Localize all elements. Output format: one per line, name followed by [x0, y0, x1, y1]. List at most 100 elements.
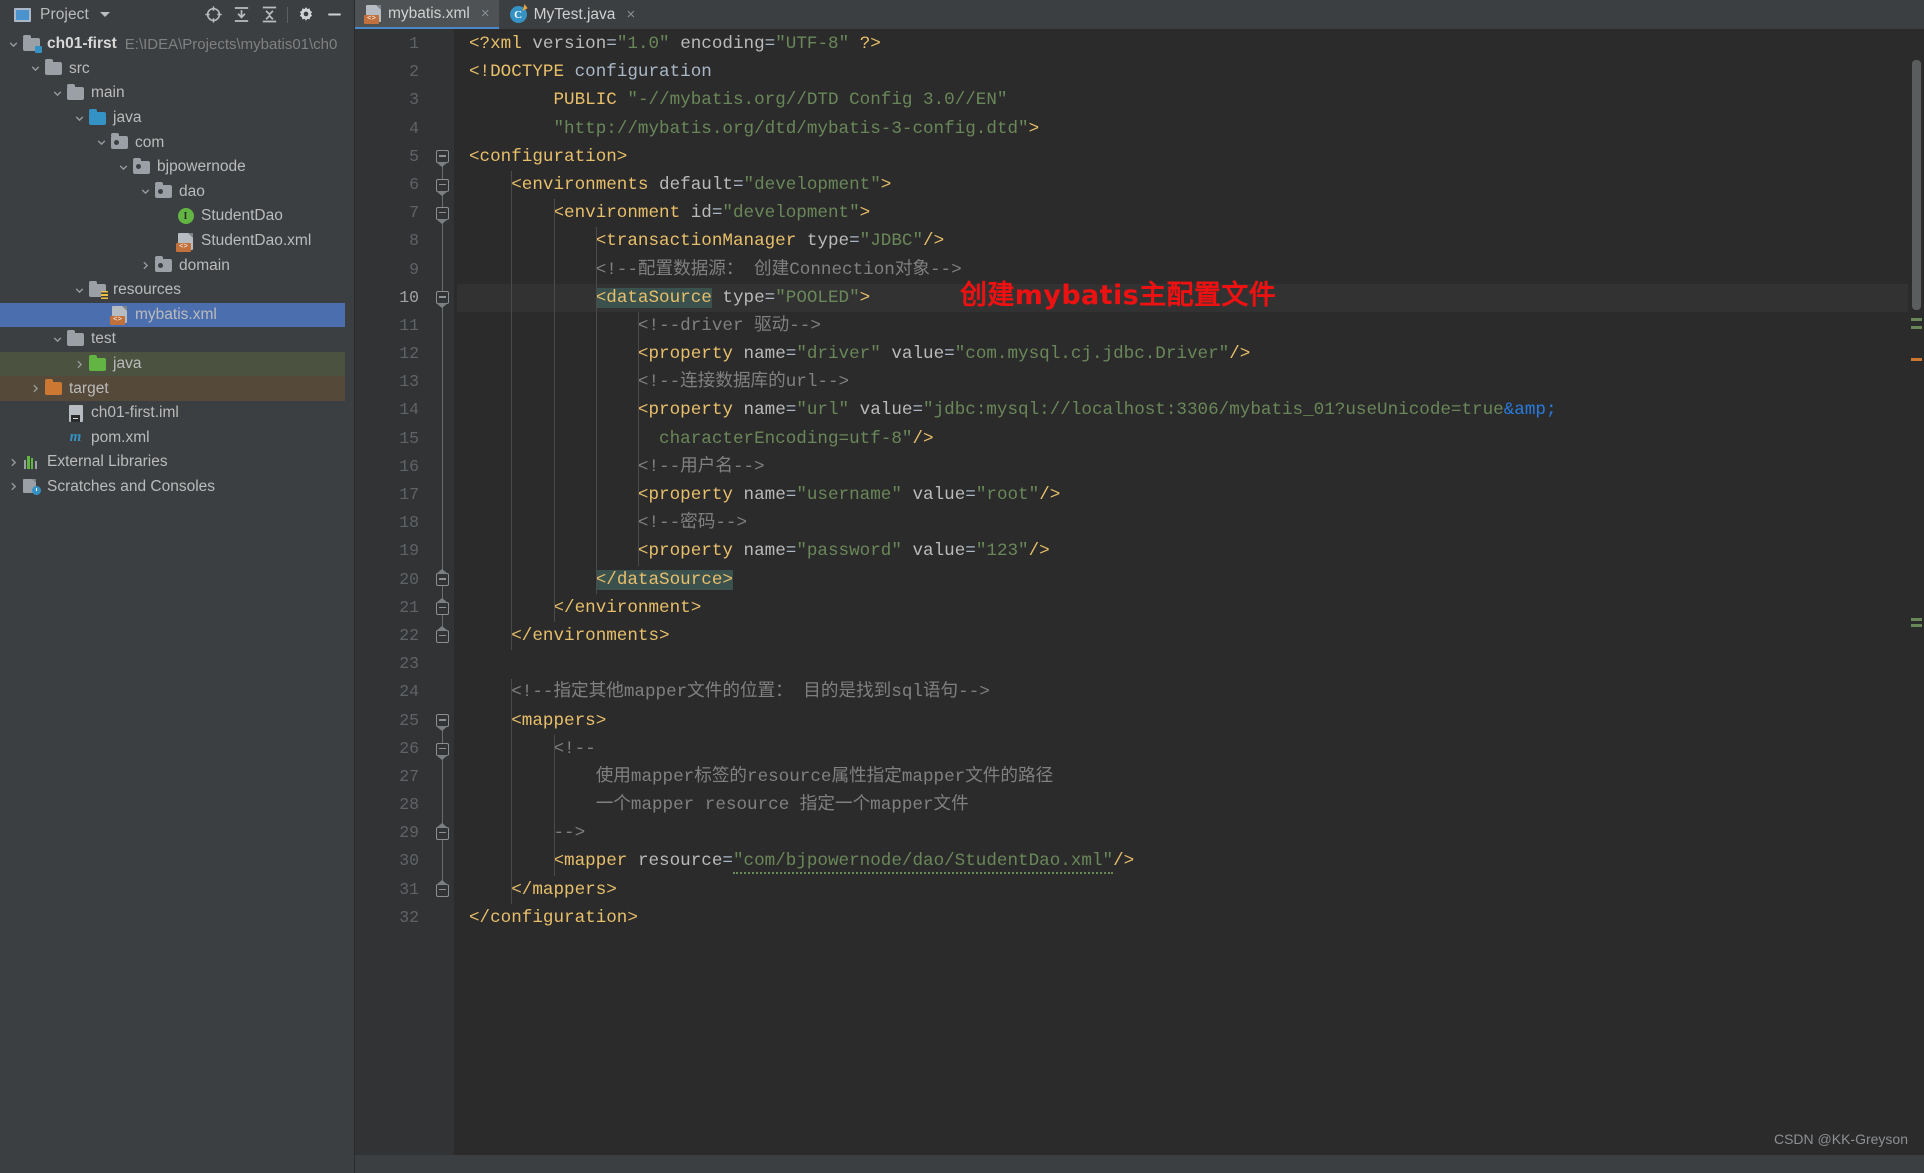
- editor-tab-mybatis-xml[interactable]: mybatis.xml ×: [355, 0, 499, 29]
- close-icon[interactable]: ×: [626, 6, 635, 23]
- code-line[interactable]: <environment id="development">: [457, 199, 1924, 227]
- tree-disclosure-arrow[interactable]: [138, 253, 153, 278]
- tree-disclosure-arrow[interactable]: [6, 450, 21, 475]
- code-text[interactable]: <?xml version="1.0" encoding="UTF-8" ?> <…: [457, 29, 1924, 1173]
- editor-tab-bar[interactable]: mybatis.xml × C MyTest.java ×: [355, 0, 1924, 29]
- code-token: =: [785, 344, 797, 365]
- tree-item-mybatis-xml[interactable]: mybatis.xml: [0, 302, 354, 328]
- code-line[interactable]: <mappers>: [457, 707, 1924, 735]
- code-line[interactable]: <!--配置数据源： 创建Connection对象-->: [457, 256, 1924, 284]
- close-icon[interactable]: ×: [481, 5, 490, 22]
- tree-item-com[interactable]: com: [0, 130, 354, 155]
- tree-item-dao[interactable]: dao: [0, 180, 354, 205]
- tree-item-resources[interactable]: resources: [0, 278, 354, 303]
- tree-item-studentdao[interactable]: I StudentDao: [0, 204, 354, 229]
- tree-disclosure-arrow[interactable]: [28, 57, 43, 82]
- tree-disclosure-arrow[interactable]: [138, 180, 153, 205]
- tree-item-scratches-and-consoles[interactable]: Scratches and Consoles: [0, 475, 354, 500]
- chevron-down-icon[interactable]: [99, 12, 110, 17]
- tree-item-target[interactable]: target: [0, 376, 354, 401]
- editor-scrollbar[interactable]: [1908, 58, 1924, 1173]
- fold-close-marker[interactable]: [436, 629, 449, 643]
- code-line[interactable]: </environment>: [457, 594, 1924, 622]
- scrollbar-thumb[interactable]: [1912, 60, 1921, 310]
- tree-disclosure-arrow[interactable]: [50, 81, 65, 106]
- code-line[interactable]: <!--密码-->: [457, 509, 1924, 537]
- code-line[interactable]: <property name="url" value="jdbc:mysql:/…: [457, 396, 1924, 424]
- sidebar-scrollbar[interactable]: [345, 29, 354, 1173]
- fold-close-marker[interactable]: [436, 827, 449, 841]
- tree-disclosure-arrow[interactable]: [72, 352, 87, 377]
- code-line[interactable]: </mappers>: [457, 876, 1924, 904]
- project-tree[interactable]: ch01-first E:\IDEA\Projects\mybatis01\ch0…: [0, 29, 354, 1173]
- code-line[interactable]: <dataSource type="POOLED">: [457, 283, 1924, 312]
- tab-label: mybatis.xml: [388, 4, 470, 22]
- code-line[interactable]: <property name="driver" value="com.mysql…: [457, 340, 1924, 368]
- minimize-icon[interactable]: [320, 3, 348, 27]
- code-line[interactable]: <!DOCTYPE configuration: [457, 58, 1924, 86]
- code-line[interactable]: <!--: [457, 735, 1924, 763]
- editor-tab-mytest-java[interactable]: C MyTest.java ×: [499, 0, 645, 29]
- code-line[interactable]: <!--指定其他mapper文件的位置： 目的是找到sql语句-->: [457, 678, 1924, 706]
- tree-disclosure-arrow[interactable]: [6, 32, 21, 57]
- tree-item-external-libraries[interactable]: External Libraries: [0, 450, 354, 475]
- tree-disclosure-arrow[interactable]: [116, 155, 131, 180]
- tree-disclosure-arrow[interactable]: [72, 278, 87, 303]
- code-line[interactable]: <mapper resource="com/bjpowernode/dao/St…: [457, 847, 1924, 875]
- expand-all-icon[interactable]: [227, 3, 255, 27]
- tree-item-test[interactable]: test: [0, 327, 354, 352]
- locate-icon[interactable]: [199, 3, 227, 27]
- code-line[interactable]: characterEncoding=utf-8"/>: [457, 425, 1924, 453]
- code-token: id: [690, 203, 712, 224]
- code-line[interactable]: </dataSource>: [457, 566, 1924, 594]
- folder-icon: [65, 83, 86, 101]
- iml-file-icon: [65, 404, 86, 422]
- code-line[interactable]: </environments>: [457, 622, 1924, 650]
- code-line[interactable]: <!--用户名-->: [457, 453, 1924, 481]
- tree-disclosure-arrow[interactable]: [6, 475, 21, 500]
- tree-item-studentdao-xml[interactable]: StudentDao.xml: [0, 229, 354, 254]
- collapse-all-icon[interactable]: [255, 3, 283, 27]
- tree-item-java[interactable]: java: [0, 351, 354, 377]
- tree-item-ch01-first[interactable]: ch01-first E:\IDEA\Projects\mybatis01\ch0: [0, 32, 354, 57]
- code-line[interactable]: <configuration>: [457, 143, 1924, 171]
- tree-disclosure-arrow[interactable]: [72, 106, 87, 131]
- code-line[interactable]: "http://mybatis.org/dtd/mybatis-3-config…: [457, 115, 1924, 143]
- fold-close-marker[interactable]: [436, 601, 449, 615]
- code-line[interactable]: <!--连接数据库的url-->: [457, 368, 1924, 396]
- tree-disclosure-arrow[interactable]: [28, 376, 43, 401]
- code-line[interactable]: </configuration>: [457, 904, 1924, 932]
- fold-close-marker[interactable]: [436, 883, 449, 897]
- tree-item-ch01-first-iml[interactable]: ch01-first.iml: [0, 401, 354, 426]
- tree-item-main[interactable]: main: [0, 81, 354, 106]
- interface-icon: I: [175, 208, 196, 225]
- code-line[interactable]: <!--driver 驱动-->: [457, 312, 1924, 340]
- code-line[interactable]: <?xml version="1.0" encoding="UTF-8" ?>: [457, 30, 1924, 58]
- gear-icon[interactable]: [292, 3, 320, 27]
- code-token: =: [606, 34, 617, 54]
- code-editor[interactable]: 1 2 3 4 5 6 7 8 9 10 11 12 13 14 15 16 17 18 19 20 21 22 23 24 2…: [355, 29, 1924, 1173]
- code-line[interactable]: 使用mapper标签的resource属性指定mapper文件的路径: [457, 763, 1924, 791]
- code-line[interactable]: PUBLIC "-//mybatis.org//DTD Config 3.0//…: [457, 86, 1924, 114]
- tree-item-domain[interactable]: domain: [0, 253, 354, 278]
- code-line[interactable]: <property name="password" value="123"/>: [457, 537, 1924, 565]
- tree-item-src[interactable]: src: [0, 57, 354, 82]
- tree-item-java[interactable]: java: [0, 106, 354, 131]
- code-line[interactable]: <transactionManager type="JDBC"/>: [457, 227, 1924, 255]
- fold-close-marker[interactable]: [436, 573, 449, 587]
- tree-disclosure-arrow[interactable]: [94, 130, 109, 155]
- code-line[interactable]: <property name="username" value="root"/>: [457, 481, 1924, 509]
- code-line[interactable]: -->: [457, 819, 1924, 847]
- code-folding-gutter[interactable]: [432, 29, 454, 1173]
- code-token: "driver": [796, 344, 881, 365]
- code-line[interactable]: 一个mapper resource 指定一个mapper文件: [457, 791, 1924, 819]
- tree-item-bjpowernode[interactable]: bjpowernode: [0, 155, 354, 180]
- tree-disclosure-arrow[interactable]: [50, 327, 65, 352]
- line-number: 8: [409, 231, 419, 251]
- code-line[interactable]: <environments default="development">: [457, 171, 1924, 199]
- code-line[interactable]: [457, 650, 1924, 678]
- tree-item-pom-xml[interactable]: m pom.xml: [0, 426, 354, 451]
- scrollbar-marker: [1911, 624, 1922, 627]
